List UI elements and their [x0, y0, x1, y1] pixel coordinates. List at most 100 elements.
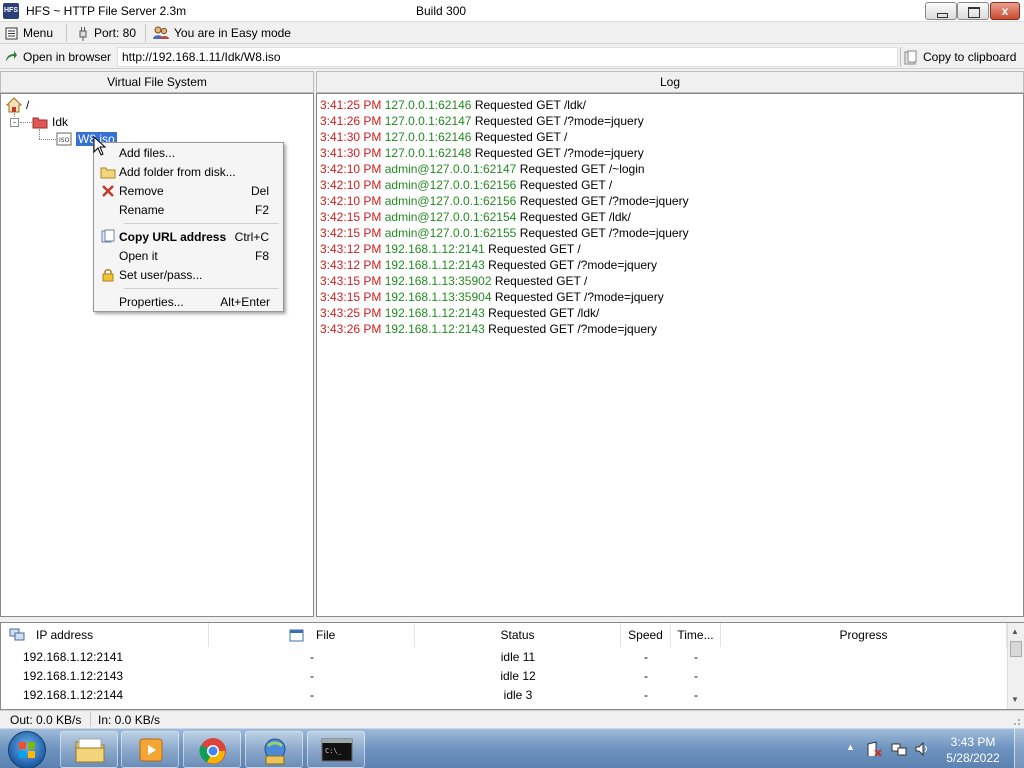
collapse-toggle[interactable]: - [10, 118, 19, 127]
log-time: 3:41:26 PM [320, 114, 382, 128]
status-bar: Out: 0.0 KB/s In: 0.0 KB/s [0, 710, 1024, 728]
hfs-icon [264, 738, 286, 765]
connection-time-cell: - [694, 688, 698, 702]
connection-row[interactable]: 192.168.1.12:2144 - idle 3 - - [1, 686, 1009, 705]
blank-icon [98, 294, 118, 310]
connection-row[interactable]: 192.168.1.12:2143 - idle 12 - - [1, 667, 1009, 686]
connections-panel[interactable]: IP address File Status Speed Time... Pro… [0, 622, 1024, 710]
volume-icon[interactable] [914, 741, 930, 757]
log-message: Requested GET /?mode=jquery [474, 114, 644, 128]
menu-item-add-folder[interactable]: Add folder from disk... [96, 162, 281, 181]
connection-speed-cell: - [644, 669, 648, 683]
connections-scrollbar[interactable]: ▲ ▼ [1007, 623, 1024, 709]
column-header-time[interactable]: Time... [671, 623, 721, 647]
taskbar-hfs[interactable] [245, 731, 303, 768]
status-divider [90, 712, 91, 727]
tray-clock[interactable]: 3:43 PM 5/28/2022 [940, 734, 1006, 766]
mode-button[interactable]: You are in Easy mode [153, 25, 291, 41]
menu-item-shortcut: Ctrl+C [234, 229, 269, 244]
menu-item-copy-url[interactable]: Copy URL address Ctrl+C [96, 227, 281, 246]
network-tray-icon[interactable] [891, 741, 907, 757]
start-button[interactable] [8, 731, 46, 768]
log-time: 3:42:10 PM [320, 178, 382, 192]
url-bar: Open in browser Copy to clipboard [0, 45, 1024, 69]
toolbar-divider [145, 24, 146, 42]
menu-item-add-files[interactable]: Add files... [96, 143, 281, 162]
url-field[interactable] [117, 47, 898, 67]
copy-to-clipboard-button[interactable]: Copy to clipboard [900, 47, 1022, 67]
menu-item-label: Set user/pass... [119, 267, 203, 282]
connection-file-cell: - [310, 688, 314, 702]
log-message: Requested GET / [494, 274, 588, 288]
scroll-up-icon[interactable]: ▲ [1011, 627, 1019, 636]
log-message: Requested GET /?mode=jquery [519, 194, 689, 208]
plug-icon [79, 26, 87, 41]
log-address: admin@127.0.0.1:62147 [384, 162, 517, 176]
log-address: 192.168.1.13:35904 [384, 290, 492, 304]
log-panel[interactable]: 3:41:25 PM 127.0.0.1:62146 Requested GET… [316, 93, 1024, 617]
show-desktop-button[interactable] [1014, 729, 1024, 768]
log-time: 3:43:26 PM [320, 322, 382, 336]
tree-root-node[interactable]: / [6, 97, 29, 113]
maximize-button[interactable] [957, 2, 989, 20]
log-time: 3:43:15 PM [320, 274, 382, 288]
tree-connector [39, 139, 56, 140]
resize-grip-icon[interactable] [1008, 713, 1022, 727]
scroll-thumb[interactable] [1010, 641, 1022, 657]
log-message: Requested GET /?mode=jquery [494, 290, 664, 304]
home-icon [6, 97, 22, 113]
vfs-header: Virtual File System [0, 71, 314, 93]
taskbar-file-explorer[interactable] [60, 731, 118, 768]
port-button[interactable]: Port: 80 [77, 25, 136, 41]
minimize-button[interactable] [925, 2, 957, 20]
scroll-down-icon[interactable]: ▼ [1011, 695, 1019, 704]
show-hidden-icons-icon[interactable]: ▲ [846, 742, 855, 752]
connection-status-cell: idle 12 [500, 669, 536, 683]
taskbar-media-player[interactable] [121, 731, 179, 768]
log-address: 192.168.1.12:2143 [384, 306, 485, 320]
hfs-app-icon[interactable]: HFS [3, 3, 19, 19]
status-out-speed: Out: 0.0 KB/s [10, 713, 82, 727]
connection-ip-cell: 192.168.1.12:2144 [23, 688, 124, 702]
blank-icon [98, 202, 118, 218]
log-message: Requested GET /?mode=jquery [474, 146, 644, 160]
browser-arrow-icon [6, 51, 17, 62]
connection-time-cell: - [694, 650, 698, 664]
menu-item-open-it[interactable]: Open it F8 [96, 246, 281, 265]
menu-item-properties[interactable]: Properties... Alt+Enter [96, 292, 281, 311]
log-time: 3:41:30 PM [320, 130, 382, 144]
column-header-ip[interactable]: IP address [1, 623, 209, 647]
log-entry: 3:42:10 PM admin@127.0.0.1:62156 Request… [317, 193, 689, 209]
menu-item-remove[interactable]: Remove Del [96, 181, 281, 200]
svg-text:ISO: ISO [59, 137, 70, 144]
menu-item-rename[interactable]: Rename F2 [96, 200, 281, 219]
column-header-progress[interactable]: Progress [721, 623, 1007, 647]
taskbar-command-prompt[interactable]: C:\_ [307, 731, 365, 768]
log-entry: 3:41:26 PM 127.0.0.1:62147 Requested GET… [317, 113, 689, 129]
menu-item-set-user-pass[interactable]: Set user/pass... [96, 265, 281, 284]
log-message: Requested GET /ldk/ [488, 306, 600, 320]
connection-row[interactable]: 192.168.1.12:2141 - idle 11 - - [1, 648, 1009, 667]
connection-status-cell: idle 11 [500, 650, 536, 664]
taskbar-chrome[interactable] [183, 731, 241, 768]
open-in-browser-button[interactable]: Open in browser [4, 49, 111, 65]
connection-ip-cell: 192.168.1.12:2143 [23, 669, 124, 683]
log-list: 3:41:25 PM 127.0.0.1:62146 Requested GET… [317, 97, 689, 337]
action-center-icon[interactable] [866, 741, 882, 757]
menu-item-label: Open it [119, 248, 158, 263]
column-header-speed[interactable]: Speed [621, 623, 671, 647]
remove-x-icon [98, 183, 118, 199]
log-message: Requested GET /?mode=jquery [488, 322, 658, 336]
column-header-file[interactable]: File [209, 623, 415, 647]
folder-label: Idk [52, 115, 69, 129]
clock-date: 5/28/2022 [946, 751, 1000, 765]
blank-icon [98, 248, 118, 264]
tree-folder-idk[interactable]: Idk [32, 114, 68, 130]
column-header-status[interactable]: Status [415, 623, 621, 647]
log-time: 3:43:12 PM [320, 242, 382, 256]
menu-button[interactable]: Menu [5, 25, 53, 41]
toolbar: Menu Port: 80 You are in Easy mode [0, 22, 1024, 44]
close-button[interactable]: x [990, 2, 1020, 20]
menu-separator [124, 223, 279, 224]
log-entry: 3:43:12 PM 192.168.1.12:2141 Requested G… [317, 241, 689, 257]
